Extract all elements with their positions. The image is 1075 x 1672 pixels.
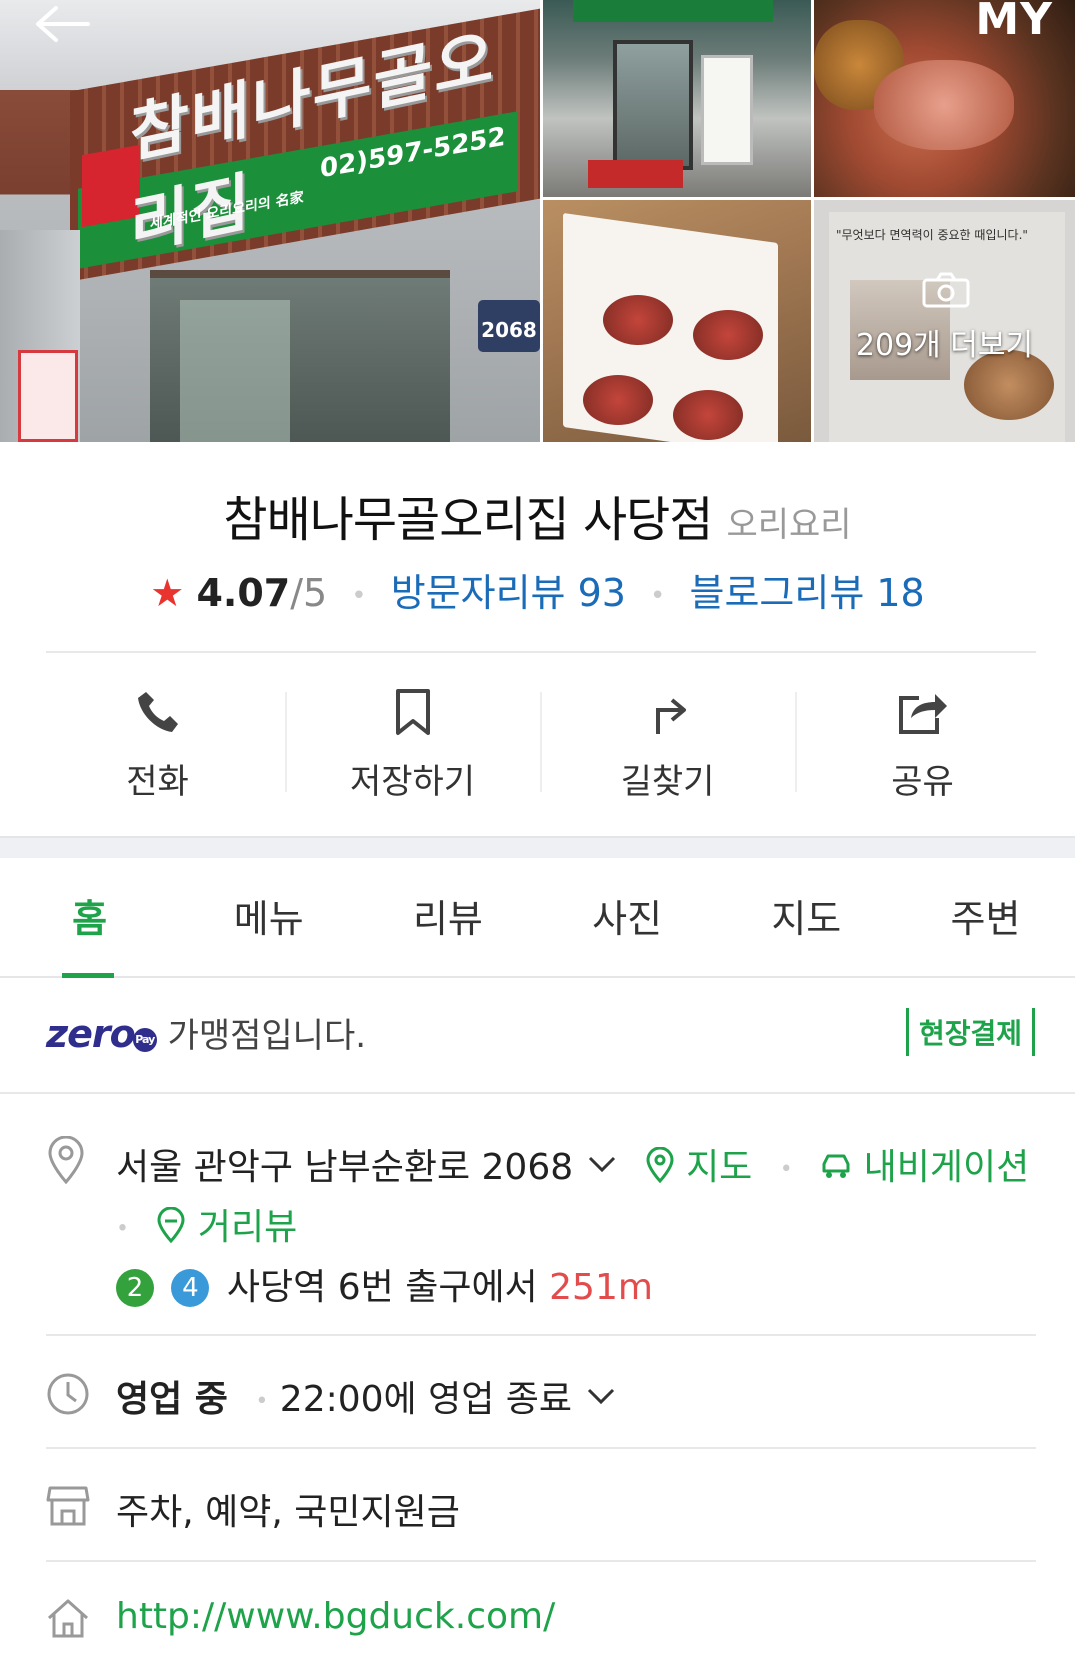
rating-score: 4.07 [196,571,291,615]
onsite-payment-badge: 현장결제 [905,1008,1035,1056]
streetview-link[interactable]: 거리뷰 [156,1206,298,1248]
storefront-photo[interactable]: 참배나무골오리집 02)597-5252 세계적인 오리요리의 名家 2068 [0,0,540,442]
tab-photos[interactable]: 사진 [538,860,717,976]
subway-line-2-badge: 2 [116,1269,154,1307]
share-icon [898,694,947,734]
share-label: 공유 [891,762,954,802]
hours-detail: 22:00에 영업 종료 [279,1379,573,1420]
rating-max: /5 [290,571,328,615]
photo-gallery: 참배나무골오리집 02)597-5252 세계적인 오리요리의 名家 2068 … [0,0,1075,442]
subway-exit: 6번 출구에서 [337,1267,538,1308]
back-arrow-icon[interactable] [34,4,92,44]
directions-label: 길찾기 [620,762,715,802]
share-button[interactable]: 공유 [795,670,1050,810]
divider [46,1334,1036,1336]
rating-row: ★ 4.07/5 • 방문자리뷰 93 • 블로그리뷰 18 [0,562,1075,617]
subway-distance: 251m [549,1267,653,1308]
menu-stand [701,55,753,165]
map-pin-icon [646,1146,674,1184]
zeropay-logo-text: zero [46,1012,136,1056]
facilities-text: 주차, 예약, 국민지원금 [116,1492,460,1533]
zeropay-logo-pay: Pay [132,1028,157,1052]
menu-dish [693,310,763,360]
section-gap [0,836,1075,858]
subway-line-4-badge: 4 [171,1269,210,1307]
address-line: 서울 관악구 남부순환로 2068 지도 • 내비게이션 [116,1138,1029,1190]
call-button[interactable]: 전화 [30,670,285,810]
website-link[interactable]: http://www.bgduck.com/ [116,1596,555,1637]
subway-info: 2 4 사당역 6번 출구에서 251m [116,1258,653,1310]
business-hours[interactable]: 영업 중 • 22:00에 영업 종료 [116,1370,616,1422]
directions-icon [655,698,686,734]
menu-dish [673,390,743,440]
building-number-plate: 2068 [478,300,540,352]
my-corner-text[interactable]: MY [975,0,1053,45]
star-icon: ★ [150,571,185,615]
clock-icon [47,1373,89,1415]
streetview-pin-icon [157,1206,185,1244]
map-link-label: 지도 [686,1147,753,1188]
tab-menu[interactable]: 메뉴 [179,860,358,976]
entrance-photo[interactable] [543,0,811,197]
address-text[interactable]: 서울 관악구 남부순환로 2068 [116,1147,573,1188]
menu-dish [583,375,653,425]
standing-banner [18,350,78,442]
chevron-down-icon[interactable] [587,1155,617,1173]
zeropay-text: 가맹점입니다. [167,1016,367,1056]
more-photos-label[interactable]: 209개 더보기 [814,320,1075,364]
duck-meat [874,60,1014,150]
place-title-row: 참배나무골오리집 사당점 오리요리 [0,480,1075,550]
menu-dish [603,295,673,345]
call-label: 전화 [126,762,189,802]
tab-home[interactable]: 홈 [0,860,179,976]
entrance-door [613,40,693,170]
navigation-link[interactable]: 내비게이션 [820,1147,1029,1188]
divider [0,1092,1075,1094]
save-label: 저장하기 [349,762,476,802]
divider [46,1560,1036,1562]
separator-dot: • [255,1388,269,1414]
streetview-link-label: 거리뷰 [197,1207,298,1248]
subway-station: 사당역 [226,1267,327,1308]
visitor-reviews-link[interactable]: 방문자리뷰 93 [391,571,626,615]
phone-icon [137,692,178,732]
entrance-sign [573,0,773,22]
zeropay-logo: zeroPay [46,1012,157,1056]
glass-door [180,300,290,442]
place-name: 참배나무골오리집 사당점 [223,492,713,548]
separator-dot: • [351,580,367,611]
hours-status: 영업 중 [116,1379,228,1420]
camera-icon [922,272,970,308]
blog-reviews-link[interactable]: 블로그리뷰 18 [689,571,924,615]
store-icon [46,1486,90,1526]
tab-map[interactable]: 지도 [717,860,896,976]
home-icon [47,1599,89,1638]
tab-bar: 홈 메뉴 리뷰 사진 지도 주변 [0,860,1075,978]
chevron-down-icon[interactable] [586,1387,616,1405]
separator-dot: • [116,1216,129,1242]
action-bar: 전화 저장하기 길찾기 공유 [30,670,1050,810]
location-pin-icon [48,1136,84,1184]
place-category: 오리요리 [726,505,852,545]
zeropay-notice: zeroPay 가맹점입니다. [46,1008,366,1057]
save-button[interactable]: 저장하기 [285,670,540,810]
divider [46,1447,1036,1449]
separator-dot: • [779,1156,793,1182]
directions-button[interactable]: 길찾기 [540,670,795,810]
navigation-link-label: 내비게이션 [863,1147,1030,1188]
tab-nearby[interactable]: 주변 [896,860,1075,976]
separator-dot: • [650,580,666,611]
red-mat [588,160,683,188]
more-photos-tile[interactable]: "무엇보다 면역력이 중요한 때입니다." 209개 더보기 [814,200,1075,442]
tab-reviews[interactable]: 리뷰 [358,860,537,976]
address-line-2: • 거리뷰 [116,1198,297,1250]
bookmark-icon [395,689,430,735]
food-photo[interactable]: MY [814,0,1075,197]
divider [46,651,1036,653]
menu-photo[interactable] [543,200,811,442]
map-link[interactable]: 지도 [645,1146,753,1188]
car-icon [822,1154,850,1178]
